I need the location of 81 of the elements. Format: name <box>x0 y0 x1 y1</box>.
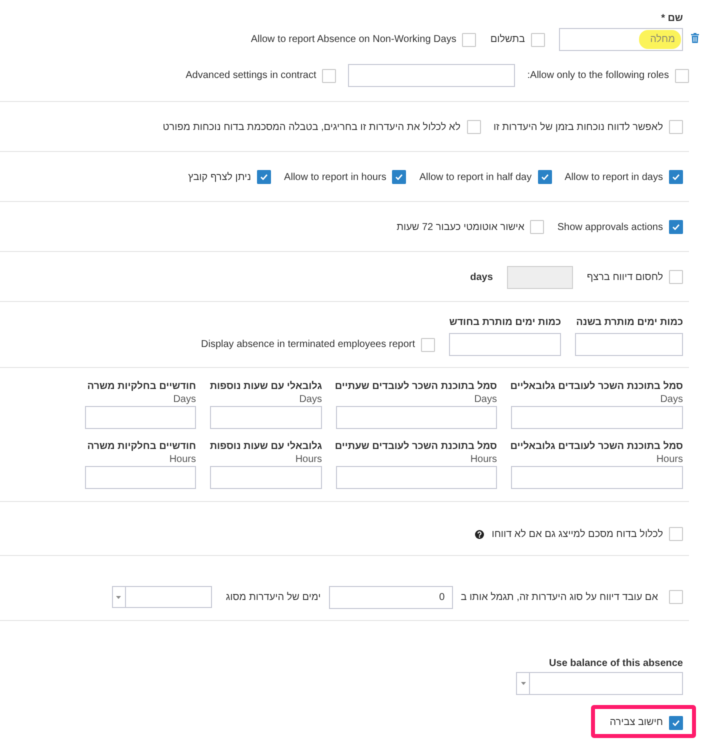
question-circle-icon[interactable] <box>474 530 484 538</box>
checkmark-icon <box>672 174 680 180</box>
checkbox-label: בתשלום <box>490 32 525 47</box>
checkbox[interactable] <box>530 220 544 234</box>
checkbox[interactable] <box>669 170 683 184</box>
field-label: גלובאלי עם שעות נוספות <box>210 440 322 454</box>
field-label: גלובאלי עם שעות נוספות <box>210 380 322 394</box>
field-label: ימים של היעדרות מסוג <box>226 590 321 604</box>
field-label: כמות ימים מותרת בשנה <box>576 316 683 330</box>
checkbox[interactable] <box>466 120 480 134</box>
checkbox[interactable] <box>669 716 683 730</box>
checkmark-icon <box>395 174 404 180</box>
checkbox[interactable] <box>669 527 683 541</box>
checkbox-label: אם עובד דיווח על סוג היעדרות זה, תגמל אותו ב <box>460 590 658 604</box>
checkbox-label: Advanced settings in contract <box>186 69 316 83</box>
checkbox-label: אישור אוטומטי כעבור 72 שעות <box>396 220 524 234</box>
unit-label: Hours <box>295 454 322 466</box>
checkbox-label: Allow to report in hours <box>284 170 386 184</box>
checkbox[interactable] <box>669 220 683 234</box>
checkbox[interactable] <box>538 170 552 184</box>
unit-label: Days <box>660 394 683 406</box>
field-label: סמל בתוכנת השכר לעובדים שעתיים <box>334 380 497 394</box>
highlighted-text: מחלה <box>639 30 681 49</box>
checkbox[interactable] <box>669 270 683 284</box>
field-label: חודשיים בחלקיות משרה <box>87 380 196 394</box>
input-field[interactable] <box>449 333 561 356</box>
checkbox[interactable] <box>392 170 406 184</box>
field-label: Use balance of this absence <box>549 657 683 671</box>
checkbox-label: Allow to report in days <box>564 170 663 184</box>
caret-icon <box>520 682 526 685</box>
unit-label: Days <box>173 394 196 406</box>
input-field[interactable] <box>210 466 322 489</box>
checkbox-label: Allow to report Absence on Non-Working Days <box>250 33 456 47</box>
unit-label: Days <box>474 394 497 406</box>
checkbox[interactable] <box>322 68 336 82</box>
unit-label: days <box>470 270 493 284</box>
input-field[interactable] <box>511 406 683 429</box>
checkbox-label: Allow only to the following roles: <box>527 69 669 83</box>
input-field[interactable] <box>85 466 196 489</box>
checkbox-label: לא לכלול את היעדרות זו בחריגים, בטבלה המסכמת בדוח נוכחות מפורט <box>162 120 460 134</box>
input-field[interactable] <box>348 64 516 87</box>
field-label: שם * <box>661 12 683 26</box>
checkmark-icon <box>672 720 680 726</box>
checkbox-label: Display absence in terminated employees report <box>201 338 415 352</box>
input-field[interactable]: 0 <box>328 586 453 608</box>
input-field[interactable] <box>511 466 683 489</box>
unit-label: Hours <box>656 454 683 466</box>
checkmark-icon <box>260 174 268 180</box>
field-label: כמות ימים מותרת בחודש <box>449 316 561 330</box>
caret-icon <box>116 596 122 598</box>
checkbox-label: חישוב צבירה <box>610 716 663 730</box>
checkmark-icon <box>540 174 549 180</box>
field-label: סמל בתוכנת השכר לעובדים גלובאליים <box>510 440 683 454</box>
input-field[interactable] <box>575 333 683 356</box>
dropdown-field[interactable] <box>516 672 683 695</box>
checkmark-icon <box>672 224 680 230</box>
checkbox-label: ניתן לצרף קובץ <box>188 170 252 184</box>
checkbox[interactable] <box>669 120 683 134</box>
checkbox[interactable] <box>257 170 272 184</box>
checkbox[interactable] <box>675 68 689 82</box>
field-label: סמל בתוכנת השכר לעובדים גלובאליים <box>510 380 683 394</box>
checkbox[interactable] <box>669 590 683 604</box>
input-field[interactable] <box>85 406 196 429</box>
trash-icon[interactable] <box>691 33 699 43</box>
checkbox-label: לאפשר לדווח נוכחות בזמן של היעדרות זו <box>494 120 663 134</box>
input-field[interactable] <box>336 466 497 489</box>
checkbox-label: Show approvals actions <box>557 220 663 234</box>
unit-label: Hours <box>470 454 497 466</box>
checkbox[interactable] <box>421 338 435 352</box>
input-field[interactable] <box>210 406 322 429</box>
checkbox-label: לחסום דיווח ברצף <box>586 270 663 284</box>
unit-label: Hours <box>169 454 196 466</box>
checkbox-label: לכלול בדוח מסכם למייצג גם אם לא דווחו <box>492 528 663 542</box>
unit-label: Days <box>299 394 322 406</box>
checkbox[interactable] <box>531 32 545 46</box>
dropdown-field[interactable] <box>112 586 212 608</box>
field-label: חודשיים בחלקיות משרה <box>87 440 196 454</box>
checkbox-label: Allow to report in half day <box>419 170 532 184</box>
field-label: סמל בתוכנת השכר לעובדים שעתיים <box>334 440 497 454</box>
input-field[interactable] <box>336 406 497 429</box>
checkbox[interactable] <box>462 32 476 46</box>
